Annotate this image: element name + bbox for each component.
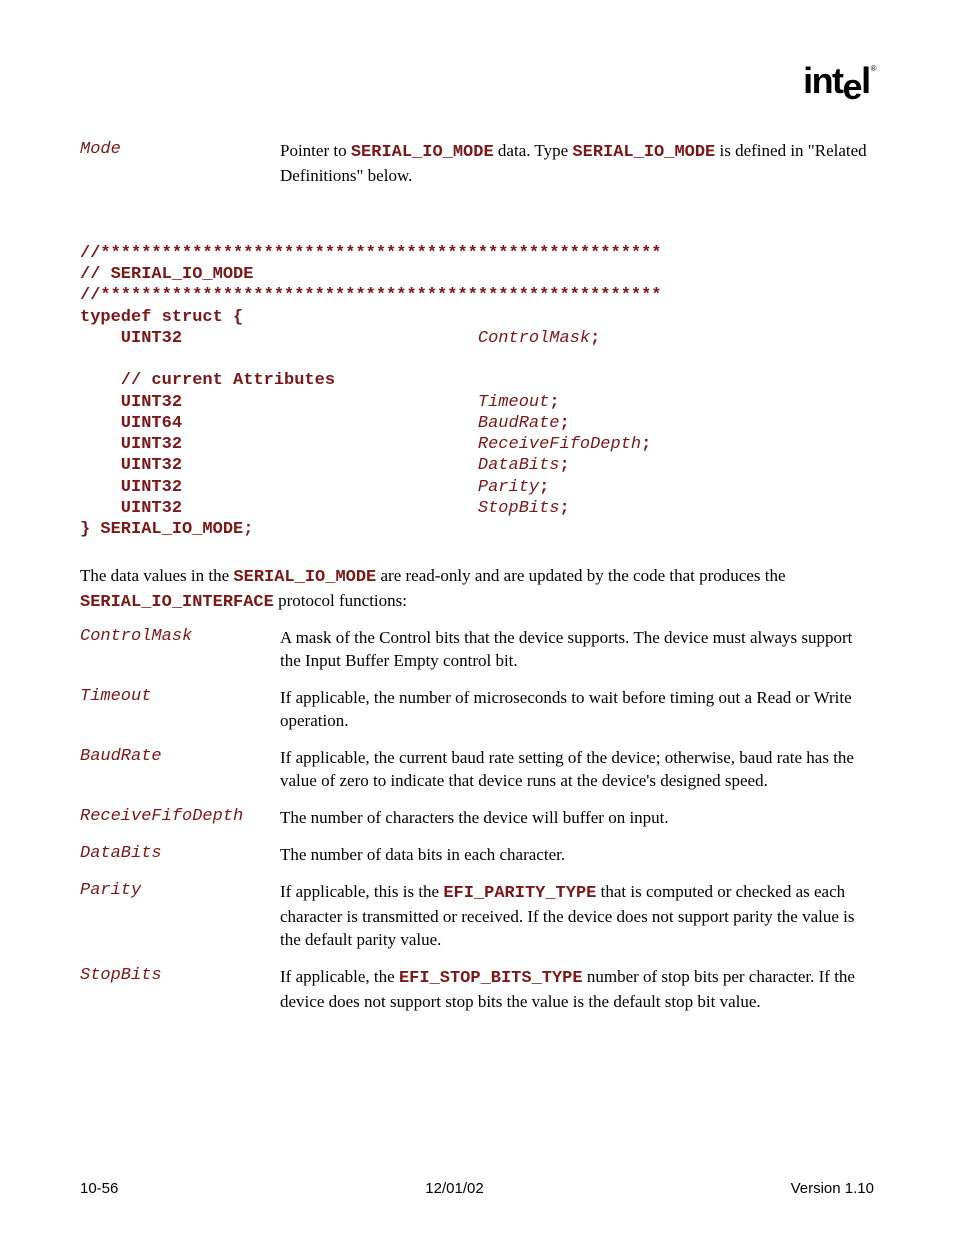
def-baudrate: BaudRate If applicable, the current baud… [80, 747, 874, 793]
body-paragraph: The data values in the SERIAL_IO_MODE ar… [80, 565, 874, 615]
param-label: Mode [80, 140, 280, 159]
def-controlmask: ControlMask A mask of the Control bits t… [80, 627, 874, 673]
def-stopbits: StopBits If applicable, the EFI_STOP_BIT… [80, 966, 874, 1014]
code-block: //**************************************… [80, 243, 874, 541]
def-receivefifodepth: ReceiveFifoDepth The number of character… [80, 807, 874, 830]
def-parity: Parity If applicable, this is the EFI_PA… [80, 881, 874, 952]
def-databits: DataBits The number of data bits in each… [80, 844, 874, 867]
footer-version: Version 1.10 [791, 1180, 874, 1197]
definitions-list: ControlMask A mask of the Control bits t… [80, 627, 874, 1013]
intel-logo: intel® [803, 60, 874, 102]
def-timeout: Timeout If applicable, the number of mic… [80, 687, 874, 733]
page-footer: 10-56 12/01/02 Version 1.10 [80, 1180, 874, 1197]
param-mode: Mode Pointer to SERIAL_IO_MODE data. Typ… [80, 140, 874, 188]
footer-page-number: 10-56 [80, 1180, 118, 1197]
footer-date: 12/01/02 [425, 1180, 483, 1197]
param-desc: Pointer to SERIAL_IO_MODE data. Type SER… [280, 140, 874, 188]
